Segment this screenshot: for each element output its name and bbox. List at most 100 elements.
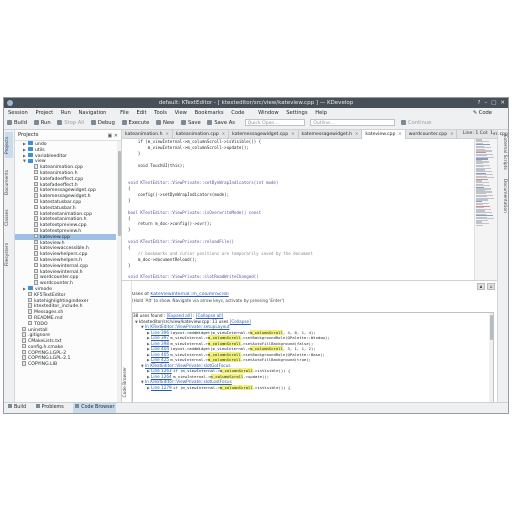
file-icon <box>34 210 38 216</box>
menu-edit[interactable]: Edit <box>136 110 146 116</box>
editor-tab-label: kateview.cpp <box>365 132 396 137</box>
dock-tab-classes[interactable]: Classes <box>5 206 13 230</box>
editor-tab[interactable]: kateanimation.cpp ✕ <box>173 130 230 139</box>
editor-tab[interactable]: wordcounter.cpp ✕ <box>406 130 458 139</box>
help-icon[interactable]: ? <box>478 98 481 108</box>
maximize-icon[interactable]: □ <box>491 98 496 108</box>
tab-close-icon[interactable]: ✕ <box>222 131 225 136</box>
folder-icon <box>28 146 33 151</box>
tab-close-icon[interactable]: ✕ <box>398 131 401 136</box>
tab-close-icon[interactable]: ✕ <box>291 131 294 136</box>
stop-all-button[interactable]: Stop All <box>57 118 84 129</box>
line-link[interactable]: Line 398 <box>151 341 169 346</box>
menu-code[interactable]: Code <box>231 110 244 116</box>
project-tree: ▶ undo ▶ utils ▶ variableeditor ▼ view kateanima… <box>15 141 116 403</box>
menu-view[interactable]: View <box>175 110 187 116</box>
expand-all-link[interactable]: [Expand all] <box>167 313 192 318</box>
collapse-link[interactable]: [Collapse] <box>230 319 251 324</box>
execute-button[interactable]: Execute <box>121 118 149 129</box>
menu-run[interactable]: Run <box>61 110 71 116</box>
run-button[interactable]: Run <box>33 118 51 129</box>
outline-input[interactable]: Outline... <box>310 119 396 126</box>
line-link[interactable]: Line 405 <box>151 352 169 357</box>
menu-settings[interactable]: Settings <box>286 110 307 116</box>
menu-tools[interactable]: Tools <box>154 110 167 116</box>
file-icon <box>34 239 38 245</box>
results-scrollbar-thumb[interactable] <box>489 315 493 340</box>
function-link[interactable]: In KTextEditor::ViewPrivate::slotGotFocu… <box>145 363 231 368</box>
menu-file[interactable]: File <box>120 110 129 116</box>
tool-tab-code-browser[interactable]: Code Browser <box>73 403 117 413</box>
right-dock-strip: External Scripts Documentation <box>497 130 508 403</box>
tree-file[interactable]: COPYING.LIB <box>15 361 116 367</box>
menu-navigation[interactable]: Navigation <box>78 110 106 116</box>
uses-results: 38 uses found : [Expand all] : [Collapse… <box>132 312 494 403</box>
menu-project[interactable]: Project <box>35 110 53 116</box>
function-link[interactable]: In KTextEditor::ViewPrivate::setupLayout <box>145 324 230 329</box>
dock-tab-external-scripts[interactable]: External Scripts <box>499 132 507 172</box>
continue-button[interactable]: Continue <box>400 118 431 129</box>
use-code-highlight: m_columnScroll <box>210 373 244 379</box>
panel-menu-icon[interactable]: ▣ ✕ <box>107 131 118 141</box>
line-link[interactable]: Line 404 <box>151 346 169 351</box>
use-row[interactable]: ▶Line 1279 if (m_viewInternal->m_columnS… <box>133 384 493 391</box>
line-link[interactable]: Line 1279 <box>151 385 172 390</box>
tool-tab-problems[interactable]: Problems <box>35 403 64 413</box>
dock-tab-filesystem[interactable]: Filesystem <box>5 238 13 270</box>
line-link[interactable]: Line 397 <box>151 335 169 340</box>
tool-tab-build[interactable]: Build <box>8 403 26 413</box>
code-area-button[interactable]: ✎ Code <box>473 108 498 118</box>
collapse-all-link[interactable]: [Collapse all] <box>196 313 223 318</box>
editor-tab[interactable]: kateanimation.h ✕ <box>122 130 173 139</box>
editor-tab[interactable]: kateview.cpp ✕ <box>362 130 406 139</box>
save-as-icon <box>207 119 213 125</box>
build-button[interactable]: Build <box>7 118 27 129</box>
use-code: m_viewInternal->m_columnScroll->update()… <box>173 373 269 379</box>
menu-help[interactable]: Help <box>315 110 327 116</box>
code-browser-buttons: 🔒︎ ⌂ <box>477 283 495 290</box>
tab-close-icon[interactable]: ✕ <box>166 131 169 136</box>
use-code-post: ->setAutoFillBackground(false); <box>240 340 314 346</box>
debug-button[interactable]: Debug <box>90 118 115 129</box>
use-code-highlight: m_columnScroll <box>207 351 241 357</box>
minimap[interactable] <box>474 139 497 280</box>
menu-session[interactable]: Session <box>8 110 28 116</box>
tab-close-icon[interactable]: ✕ <box>450 131 453 136</box>
code-editor[interactable]: if (m_viewInternal->m_columnScroll->isVi… <box>122 139 475 280</box>
results-scrollbar[interactable] <box>489 313 493 402</box>
line-link[interactable]: Line 396 <box>151 330 169 335</box>
tree-item-label: TODO <box>34 321 48 327</box>
quick-open-input[interactable]: Quick Open... <box>244 119 305 126</box>
line-link[interactable]: Line 1263 <box>151 368 172 373</box>
scrollbar-thumb[interactable] <box>117 151 121 236</box>
use-code-highlight: m_columnScroll <box>219 384 253 390</box>
lock-icon[interactable]: 🔒︎ <box>477 283 485 290</box>
close-icon[interactable]: ✕ <box>500 98 505 108</box>
menu-window[interactable]: Window <box>258 110 278 116</box>
dock-tab-documentation[interactable]: Documentation <box>499 176 507 216</box>
project-tree-scrollbar[interactable] <box>117 141 121 403</box>
save-button[interactable]: Save <box>180 118 201 129</box>
menu-bookmarks[interactable]: Bookmarks <box>195 110 224 116</box>
line-link[interactable]: Line 1264 <box>151 374 172 379</box>
home-icon[interactable]: ⌂ <box>487 283 495 290</box>
minimize-icon[interactable]: – <box>484 98 487 108</box>
build-label: Build <box>14 120 28 126</box>
debug-icon <box>90 119 96 125</box>
editor-tab[interactable]: katemessagewidget.h ✕ <box>299 130 363 139</box>
file-icon <box>34 193 38 198</box>
line-link[interactable]: Line 425 <box>151 357 169 362</box>
uses-of-target-link[interactable]: KateViewInternal::m_columnScroll <box>150 292 228 297</box>
editor-tab[interactable]: katemessagewidget.cpp ✕ <box>229 130 299 139</box>
save-as-button[interactable]: Save As <box>207 118 235 129</box>
use-code-pre: m_viewInternal-> <box>170 351 208 357</box>
projects-panel: Projects ▣ ✕ ▶ undo ▶ utils ▶ variableeditor ▼… <box>15 130 122 403</box>
dock-tab-projects[interactable]: Projects <box>5 132 13 158</box>
use-code: m_viewInternal->m_columnScroll->setAutoF… <box>170 357 311 362</box>
tab-close-icon[interactable]: ✕ <box>355 131 358 136</box>
function-link[interactable]: In KTextEditor::ViewPrivate::slotLostFoc… <box>145 379 232 384</box>
new-button[interactable]: New <box>155 118 174 129</box>
dock-tab-documents[interactable]: Documents <box>5 166 13 198</box>
code-browser-icon <box>75 404 80 409</box>
code-browser-panel: Code Browser 🔒︎ ⌂ Uses of KateViewIntern… <box>122 280 497 403</box>
